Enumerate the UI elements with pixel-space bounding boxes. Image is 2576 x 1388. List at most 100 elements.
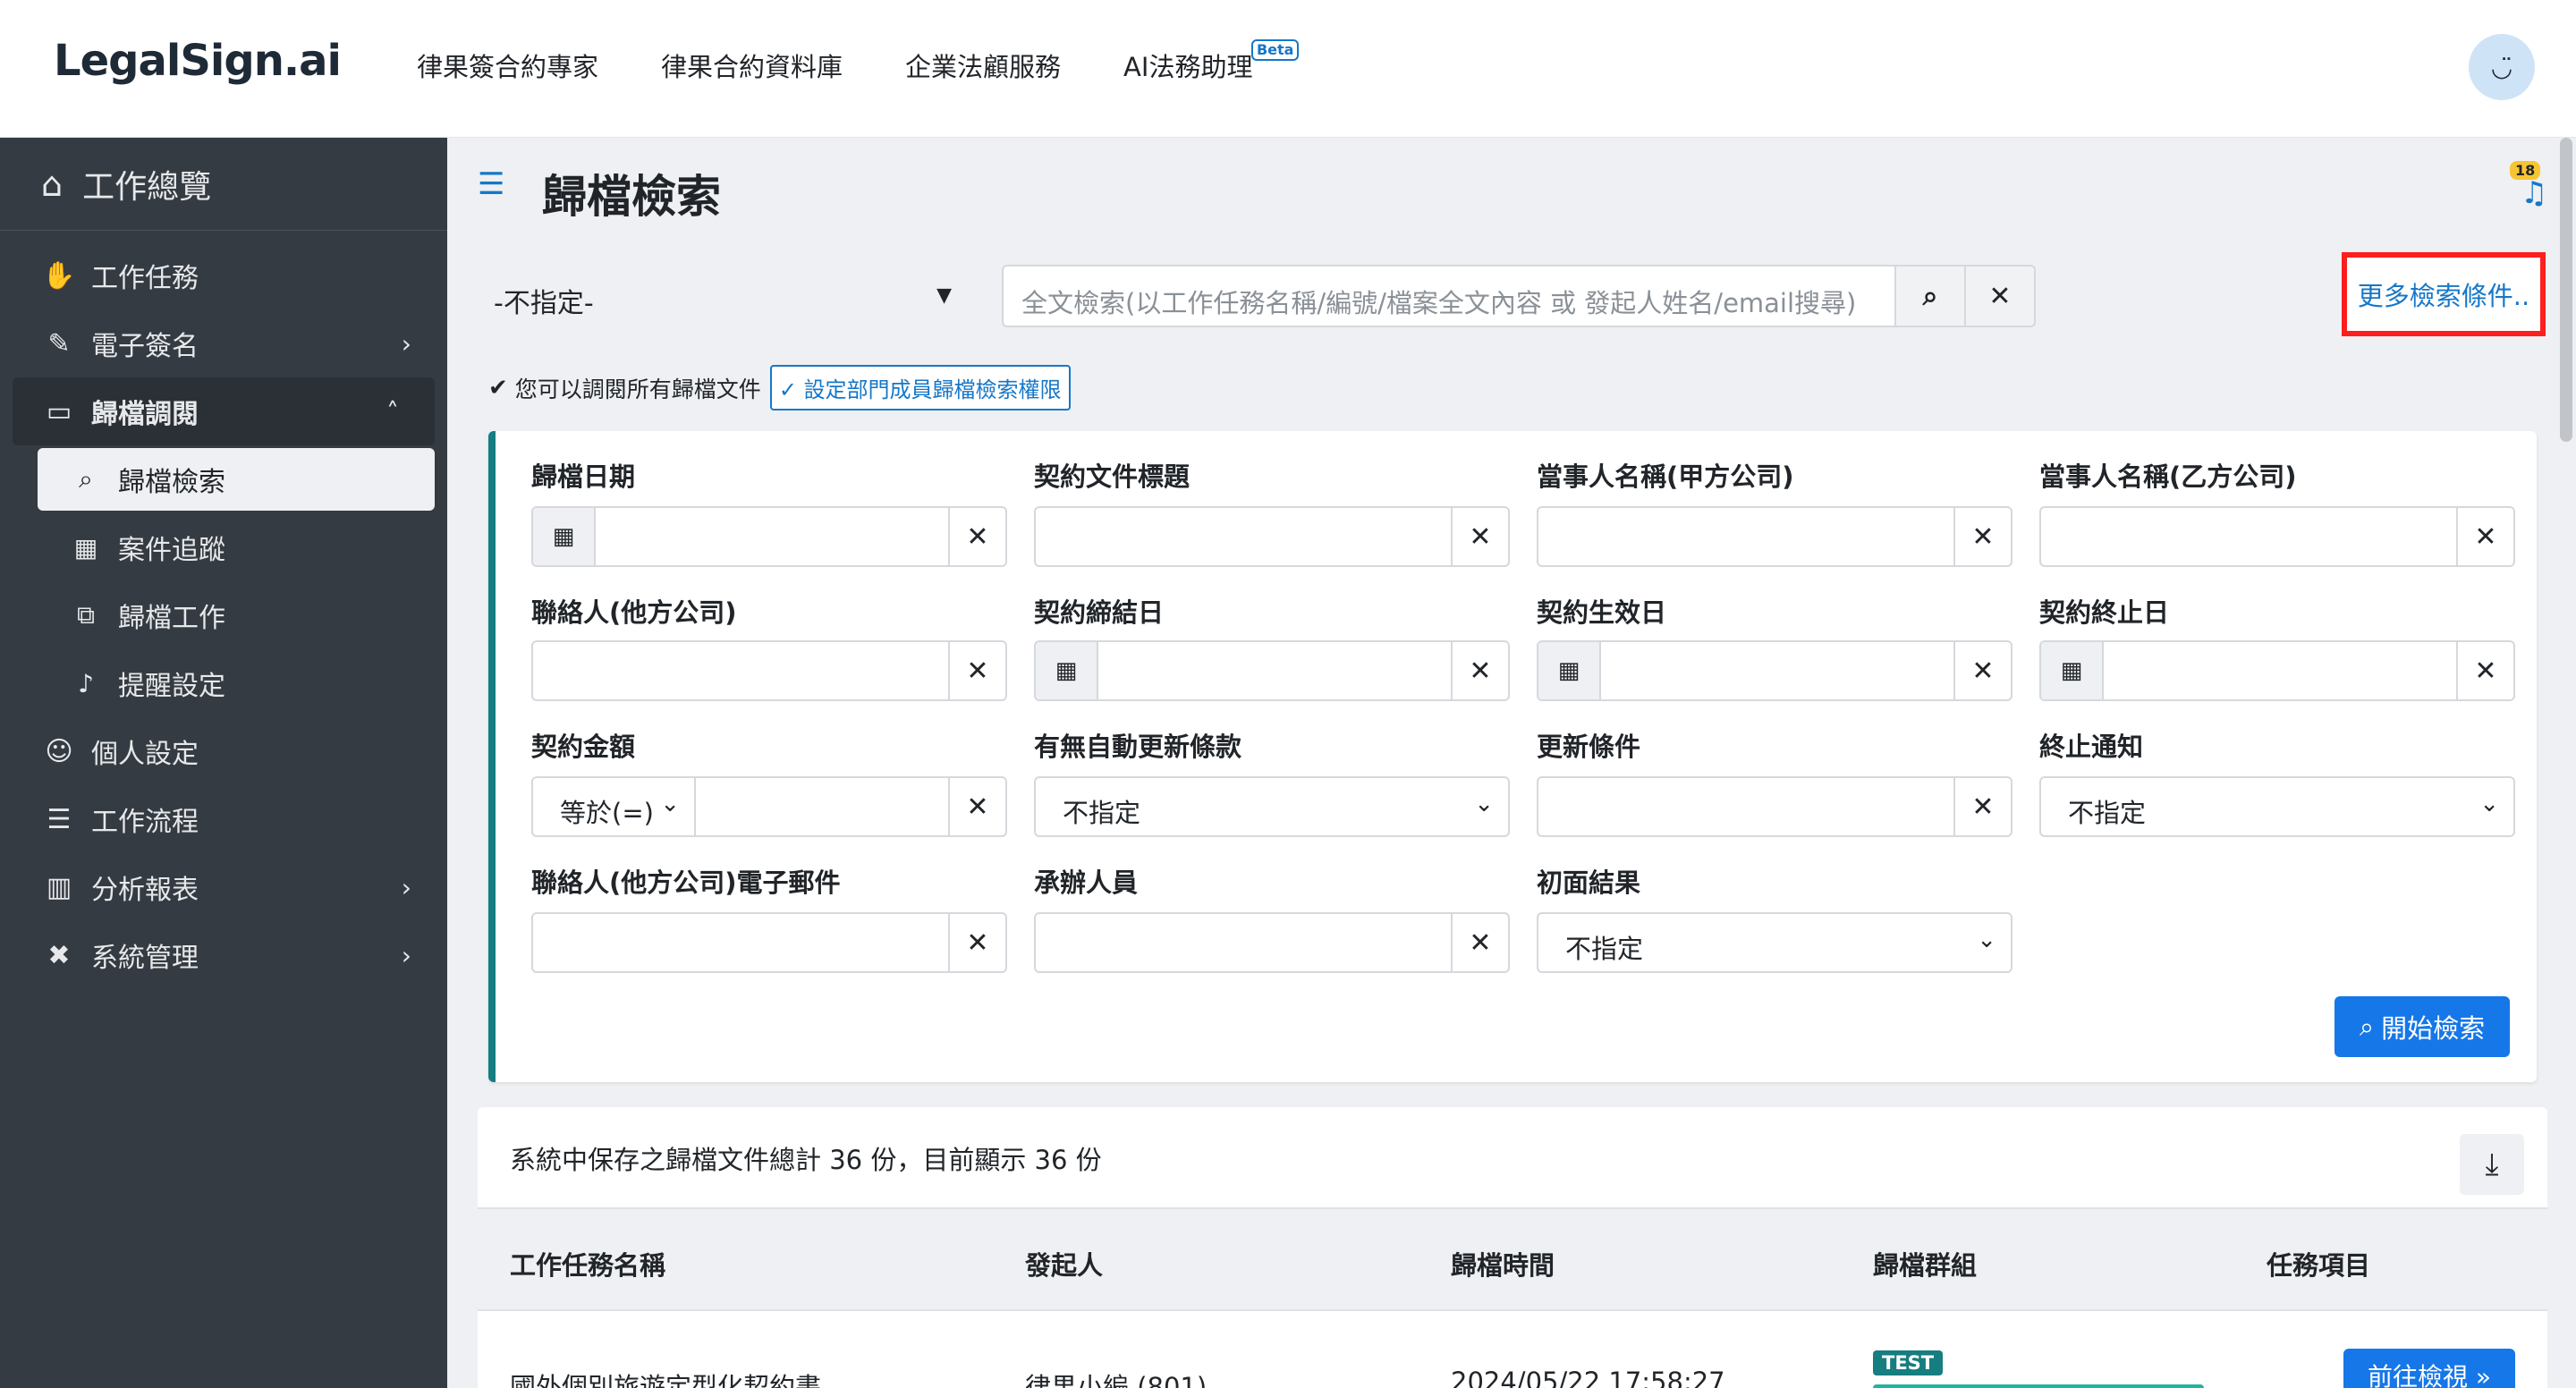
sidebar-item-tasks[interactable]: ✋ 工作任務 (0, 241, 447, 309)
calendar-icon[interactable]: ▦ (533, 508, 596, 565)
filter-label-amount: 契約金額 (531, 732, 636, 762)
effective-date-input[interactable]: ▦ ✕ (1537, 640, 2012, 701)
scope-select[interactable]: -不指定- ▼ (483, 265, 971, 327)
column-header-archive-time[interactable]: 歸檔時間 (1451, 1245, 1555, 1282)
initial-result-select[interactable]: 不指定 ⌄ (1537, 912, 2012, 973)
bar-chart-icon: ▥ (46, 871, 72, 903)
filter-label-renew-condition: 更新條件 (1537, 732, 1641, 762)
column-header-initiator[interactable]: 發起人 (1025, 1245, 1103, 1282)
download-button[interactable]: ⤓ (2460, 1134, 2524, 1195)
row-initiator: 律果小編 (801) (1025, 1372, 1208, 1388)
sidebar-item-archive[interactable]: ▭ 歸檔調閱 ˄ (13, 377, 435, 445)
clear-icon[interactable]: ✕ (948, 778, 1005, 835)
bell-icon: ♫ (2521, 175, 2548, 211)
avatar-face-icon: ◡̈ (2490, 52, 2513, 82)
sidebar-home-label: 工作總覽 (82, 168, 212, 206)
renew-condition-input[interactable]: ✕ (1537, 776, 2012, 837)
page-scrollbar[interactable] (2560, 138, 2572, 442)
auto-renew-select[interactable]: 不指定 ⌄ (1034, 776, 1510, 837)
chevron-up-icon: ˄ (386, 396, 399, 427)
contract-title-input[interactable]: ✕ (1034, 506, 1510, 567)
sidebar-subitem-label: 案件追蹤 (118, 535, 225, 566)
copy-icon: ⧉ (77, 600, 95, 630)
termination-notice-value: 不指定 (2068, 798, 2147, 828)
app-logo[interactable]: LegalSign.ai (54, 36, 342, 86)
sidebar-item-system[interactable]: ✖ 系統管理 › (0, 921, 447, 989)
table-header: 工作任務名稱 發起人 歸檔時間 歸檔群組 任務項目 (478, 1207, 2547, 1311)
sign-date-input[interactable]: ▦ ✕ (1034, 640, 1510, 701)
clear-icon[interactable]: ✕ (948, 508, 1005, 565)
column-header-task-name[interactable]: 工作任務名稱 (510, 1245, 665, 1282)
results-card: 系統中保存之歸檔文件總計 36 份，目前顯示 36 份 ⤓ 工作任務名稱 發起人… (478, 1107, 2547, 1388)
sidebar-subitem-label: 提醒設定 (118, 671, 225, 702)
menu-toggle-icon[interactable]: ☰ (478, 166, 504, 202)
clear-icon[interactable]: ✕ (1953, 778, 2011, 835)
calendar-icon[interactable]: ▦ (1036, 642, 1098, 699)
start-search-button[interactable]: ⌕ 開始檢索 (2334, 996, 2510, 1057)
search-button[interactable]: ⌕ (1894, 265, 1966, 327)
top-nav-item-contract-db[interactable]: 律果合約資料庫 (661, 47, 843, 84)
notification-count-badge: 18 (2510, 161, 2541, 180)
archive-date-input[interactable]: ▦ ✕ (531, 506, 1007, 567)
permission-note-text: 您可以調閱所有歸檔文件 (514, 376, 761, 402)
fulltext-search-input[interactable]: 全文檢索(以工作任務名稱/編號/檔案全文內容 或 發起人姓名/email搜尋) (1002, 265, 1896, 327)
set-permission-button[interactable]: ✓ 設定部門成員歸檔檢索權限 (769, 365, 1071, 410)
contact-input[interactable]: ✕ (531, 640, 1007, 701)
clear-icon[interactable]: ✕ (1451, 508, 1508, 565)
clear-icon[interactable]: ✕ (2456, 508, 2513, 565)
end-date-input[interactable]: ▦ ✕ (2039, 640, 2515, 701)
check-circle-icon: ✔ (488, 374, 508, 402)
scope-select-value: -不指定- (494, 288, 594, 319)
column-header-archive-group[interactable]: 歸檔群組 (1873, 1245, 1977, 1282)
notification-bell[interactable]: 18 ♫ (2510, 161, 2548, 211)
party-a-input[interactable]: ✕ (1537, 506, 2012, 567)
filter-label-termination-notice: 終止通知 (2039, 732, 2144, 762)
sidebar-item-esign[interactable]: ✎ 電子簽名 › (0, 309, 447, 377)
clear-icon[interactable]: ✕ (948, 642, 1005, 699)
clear-icon[interactable]: ✕ (1953, 508, 2011, 565)
party-b-input[interactable]: ✕ (2039, 506, 2515, 567)
chevron-right-icon: › (401, 872, 411, 902)
clear-icon[interactable]: ✕ (1451, 642, 1508, 699)
termination-notice-select[interactable]: 不指定 ⌄ (2039, 776, 2515, 837)
start-search-label: 開始檢索 (2381, 1013, 2486, 1044)
set-permission-label: 設定部門成員歸檔檢索權限 (803, 377, 1062, 402)
clear-icon[interactable]: ✕ (1953, 642, 2011, 699)
amount-operator-select[interactable]: 等於(=) ⌄ (531, 776, 696, 837)
chevron-down-icon: ⌄ (660, 791, 680, 817)
top-nav-item-contract-expert[interactable]: 律果簽合約專家 (417, 47, 598, 84)
top-nav-item-ai-assistant[interactable]: AI法務助理 Beta (1123, 39, 1300, 84)
clear-icon[interactable]: ✕ (948, 914, 1005, 971)
signature-icon: ✎ (47, 327, 71, 360)
sidebar-item-workflow[interactable]: ☰ 工作流程 (0, 785, 447, 853)
handler-input[interactable]: ✕ (1034, 912, 1510, 973)
sidebar-item-label: 電子簽名 (91, 331, 199, 362)
view-button[interactable]: 前往檢視 » (2343, 1349, 2515, 1388)
row-task-name[interactable]: 國外個別旅遊定型化契約書 (510, 1367, 821, 1388)
contact-email-input[interactable]: ✕ (531, 912, 1007, 973)
chevron-right-icon: › (401, 328, 411, 359)
filter-label-contact-email: 聯絡人(他方公司)電子郵件 (531, 868, 841, 898)
more-conditions-button[interactable]: 更多檢索條件.. (2342, 252, 2546, 336)
top-nav-item-legal-service[interactable]: 企業法顧服務 (905, 47, 1061, 84)
sidebar-item-reports[interactable]: ▥ 分析報表 › (0, 853, 447, 921)
clear-search-button[interactable]: ✕ (1964, 265, 2036, 327)
sidebar-subitem-case-tracking[interactable]: ▦ 案件追蹤 (0, 513, 447, 581)
sidebar-item-home[interactable]: ⌂ 工作總覽 (0, 138, 447, 231)
calendar-icon[interactable]: ▦ (2041, 642, 2104, 699)
top-navbar: LegalSign.ai 律果簽合約專家 律果合約資料庫 企業法顧服務 AI法務… (0, 0, 2576, 138)
sidebar-item-personal[interactable]: ☺ 個人設定 (0, 717, 447, 785)
avatar[interactable]: ◡̈ (2469, 34, 2535, 100)
sidebar-subitem-archive-work[interactable]: ⧉ 歸檔工作 (0, 581, 447, 649)
bell-icon: ♪ (78, 668, 94, 698)
filter-label-effective-date: 契約生效日 (1537, 597, 1667, 628)
sidebar-subitem-archive-search[interactable]: ⌕ 歸檔檢索 (38, 448, 435, 511)
amount-input[interactable]: ✕ (694, 776, 1007, 837)
sidebar-item-label: 工作任務 (91, 263, 199, 294)
clear-icon[interactable]: ✕ (1451, 914, 1508, 971)
calendar-check-icon: ▦ (73, 532, 98, 563)
calendar-icon[interactable]: ▦ (1538, 642, 1601, 699)
clear-icon[interactable]: ✕ (2456, 642, 2513, 699)
archive-box-icon: ▭ (46, 395, 72, 427)
sidebar-subitem-reminder[interactable]: ♪ 提醒設定 (0, 649, 447, 717)
